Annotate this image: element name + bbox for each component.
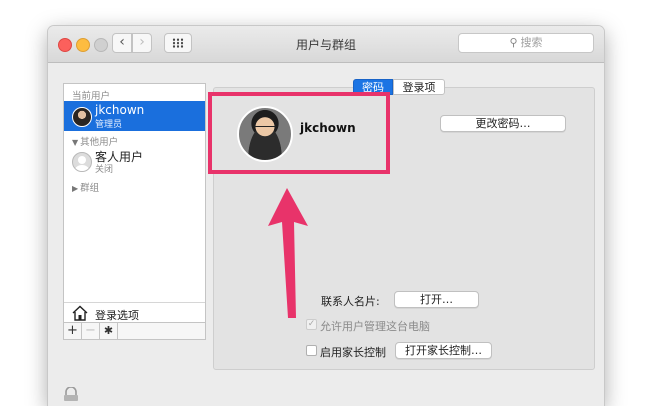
contact-card-label: 联系人名片:	[321, 295, 380, 308]
users-sidebar: 当前用户 jkchown 管理员 ▼ 其他用户 客人用户 关闭 ▶ 群组 登录选项 …	[63, 83, 206, 340]
users-groups-window: ‹ › 用户与群组 ⚲ 搜索 当前用户 jkchown 管理员 ▼ 其他用户 客人用…	[48, 26, 604, 406]
profile-user-name: jkchown	[300, 121, 356, 135]
allow-admin-label: 允许用户管理这台电脑	[320, 320, 430, 333]
search-field[interactable]: ⚲ 搜索	[458, 33, 594, 53]
guest-avatar-icon	[72, 152, 92, 172]
title-bar: ‹ › 用户与群组 ⚲ 搜索	[48, 26, 604, 63]
gear-icon[interactable]: ✱	[100, 323, 118, 339]
sidebar-item-current-user[interactable]: jkchown 管理员	[64, 101, 205, 131]
lock-icon[interactable]	[60, 387, 82, 401]
profile-picture[interactable]	[237, 106, 293, 162]
tab-login-items[interactable]: 登录项	[393, 79, 445, 95]
current-user-role: 管理员	[95, 120, 123, 130]
guest-user-status: 关闭	[95, 165, 114, 175]
user-avatar-icon	[72, 107, 92, 127]
open-parental-controls-button[interactable]: 打开家长控制…	[395, 342, 492, 359]
search-placeholder: 搜索	[520, 36, 543, 49]
search-icon: ⚲	[509, 36, 518, 49]
house-icon	[72, 305, 88, 321]
disclosure-closed-icon: ▶	[72, 184, 79, 193]
login-options-item[interactable]: 登录选项	[64, 302, 205, 323]
current-users-header: 当前用户	[72, 91, 111, 102]
remove-user-button[interactable]: −	[82, 323, 100, 339]
parental-controls-checkbox[interactable]	[306, 345, 317, 356]
change-password-button[interactable]: 更改密码…	[440, 115, 566, 132]
allow-admin-checkbox[interactable]: ✓	[306, 319, 317, 330]
parental-controls-label: 启用家长控制	[320, 346, 386, 359]
profile-highlight-box: jkchown	[208, 92, 390, 174]
open-contact-button[interactable]: 打开…	[394, 291, 479, 308]
login-options-label: 登录选项	[95, 309, 139, 322]
groups-header[interactable]: ▶ 群组	[72, 180, 99, 194]
sidebar-toolbar: + − ✱	[64, 322, 205, 339]
add-user-button[interactable]: +	[64, 323, 82, 339]
sidebar-item-guest-user[interactable]: 客人用户 关闭	[64, 146, 205, 176]
current-user-name: jkchown	[95, 103, 145, 117]
